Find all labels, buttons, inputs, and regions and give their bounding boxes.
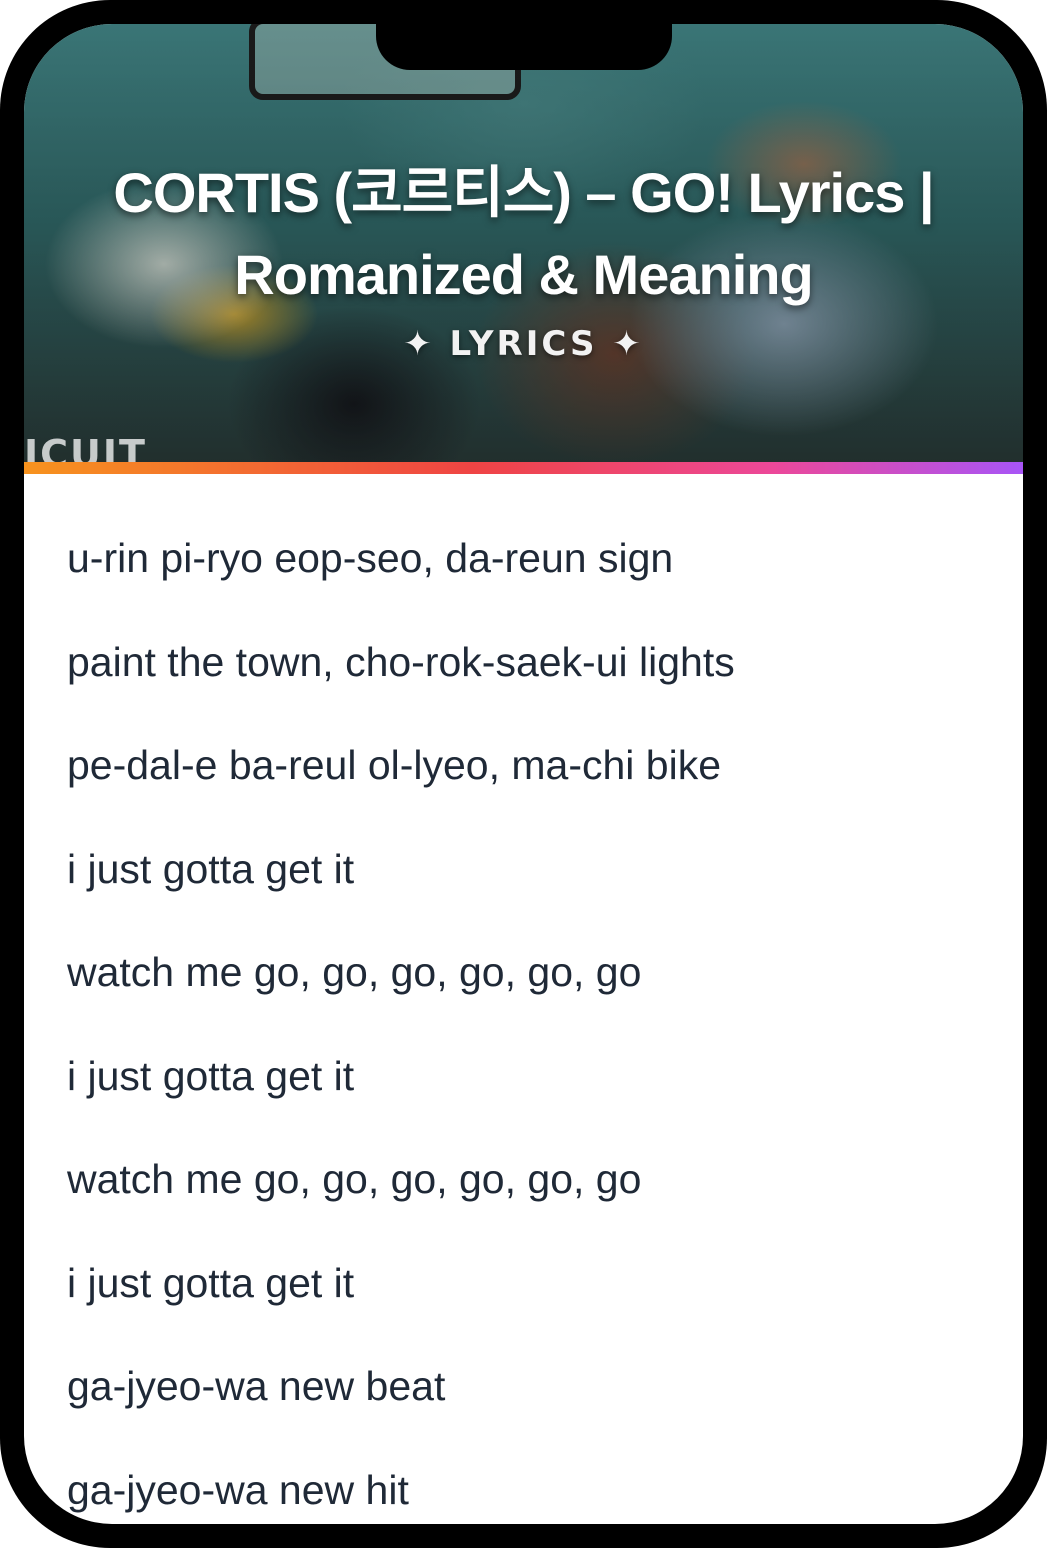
camera-notch [376, 24, 672, 70]
screen: ICUIT CORTIS (코르티스) – GO! Lyrics | Roman… [24, 24, 1023, 1524]
lyrics-list: u-rin pi-ryo eop-seo, da-reun sign paint… [67, 522, 735, 1524]
accent-gradient-bar [24, 462, 1023, 474]
lyric-line: i just gotta get it [67, 1259, 355, 1306]
lyric-line: watch me go, go, go, go, go, go [67, 1156, 642, 1202]
lyric-line: watch me go, go, go, go, go, go [67, 949, 642, 995]
page-title: CORTIS (코르티스) – GO! Lyrics | Romanized &… [113, 161, 934, 306]
lyric-line: pe-dal-e ba-reul ol-lyeo, ma-chi bike [67, 742, 722, 788]
lyric-line: paint the town, cho-rok-saek-ui lights [67, 638, 735, 685]
category-tag: ✦ LYRICS ✦ [403, 324, 644, 364]
hero-banner: ICUIT CORTIS (코르티스) – GO! Lyrics | Roman… [24, 24, 1023, 462]
hero-watermark: ICUIT [24, 432, 147, 462]
phone-frame: ICUIT CORTIS (코르티스) – GO! Lyrics | Roman… [0, 0, 1047, 1548]
lyric-line: ga-jyeo-wa new hit [67, 1466, 409, 1513]
lyric-line: i just gotta get it [67, 1052, 355, 1099]
lyric-line: u-rin pi-ryo eop-seo, da-reun sign [67, 535, 674, 581]
lyric-line: i just gotta get it [67, 845, 355, 892]
lyric-line: ga-jyeo-wa new beat [67, 1363, 446, 1409]
